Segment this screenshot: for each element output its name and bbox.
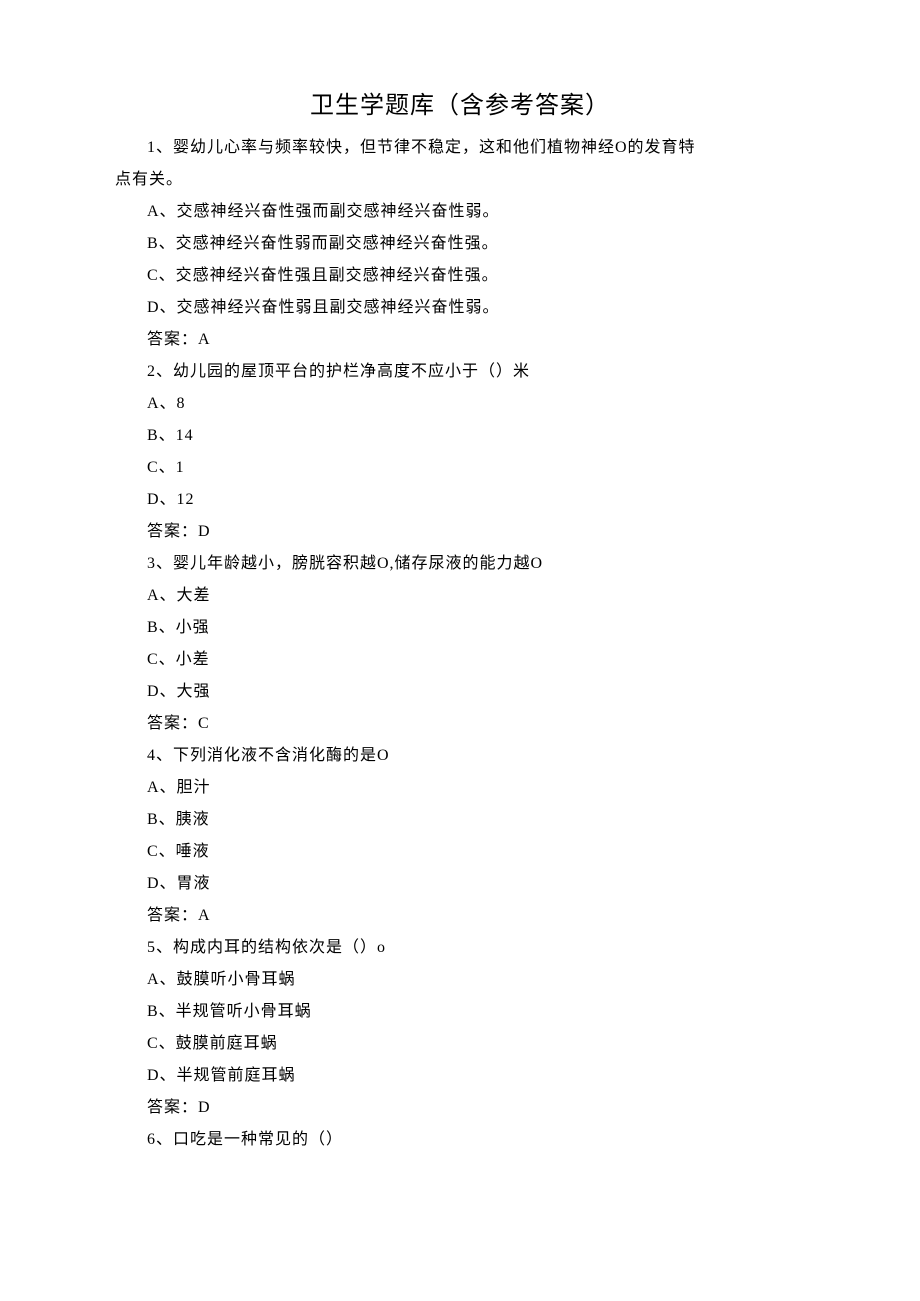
text-line: D、大强 (115, 676, 805, 708)
text-line: C、唾液 (115, 836, 805, 868)
text-line: 点有关。 (115, 164, 805, 196)
text-line: A、大差 (115, 580, 805, 612)
text-line: 答案：C (115, 708, 805, 740)
text-line: C、小差 (115, 644, 805, 676)
text-line: 1、婴幼儿心率与频率较快，但节律不稳定，这和他们植物神经O的发育特 (115, 132, 805, 164)
text-line: D、半规管前庭耳蜗 (115, 1060, 805, 1092)
text-line: D、胃液 (115, 868, 805, 900)
text-line: C、鼓膜前庭耳蜗 (115, 1028, 805, 1060)
text-line: B、小强 (115, 612, 805, 644)
text-line: 答案：D (115, 1092, 805, 1124)
text-line: 答案：A (115, 324, 805, 356)
text-line: C、交感神经兴奋性强且副交感神经兴奋性强。 (115, 260, 805, 292)
text-line: D、12 (115, 484, 805, 516)
page-title: 卫生学题库（含参考答案） (115, 85, 805, 120)
text-line: 答案：A (115, 900, 805, 932)
text-line: D、交感神经兴奋性弱且副交感神经兴奋性弱。 (115, 292, 805, 324)
text-line: 答案：D (115, 516, 805, 548)
text-line: 4、下列消化液不含消化酶的是O (115, 740, 805, 772)
question-body: 1、婴幼儿心率与频率较快，但节律不稳定，这和他们植物神经O的发育特点有关。A、交… (115, 132, 805, 1156)
text-line: A、鼓膜听小骨耳蜗 (115, 964, 805, 996)
text-line: 2、幼儿园的屋顶平台的护栏净高度不应小于（）米 (115, 356, 805, 388)
text-line: B、胰液 (115, 804, 805, 836)
text-line: 3、婴儿年龄越小，膀胱容积越O,储存尿液的能力越O (115, 548, 805, 580)
text-line: A、胆汁 (115, 772, 805, 804)
text-line: B、14 (115, 420, 805, 452)
text-line: C、1 (115, 452, 805, 484)
text-line: B、交感神经兴奋性弱而副交感神经兴奋性强。 (115, 228, 805, 260)
text-line: A、8 (115, 388, 805, 420)
text-line: 6、口吃是一种常见的（） (115, 1124, 805, 1156)
text-line: A、交感神经兴奋性强而副交感神经兴奋性弱。 (115, 196, 805, 228)
text-line: B、半规管听小骨耳蜗 (115, 996, 805, 1028)
text-line: 5、构成内耳的结构依次是（）o (115, 932, 805, 964)
